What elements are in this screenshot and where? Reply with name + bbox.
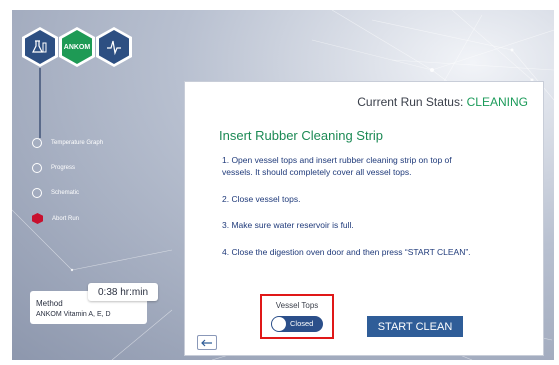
circle-icon (32, 188, 42, 198)
run-status: Current Run Status: CLEANING (357, 95, 528, 109)
beaker-vial-icon[interactable] (22, 27, 58, 67)
vessel-tops-highlight: Vessel Tops Closed (260, 294, 334, 339)
header-icons: ANKOM (22, 22, 132, 72)
sidebar-item-temperature-graph[interactable]: Temperature Graph (32, 138, 103, 148)
nav-connector-line (39, 68, 41, 138)
elapsed-time-display: 0:38 hr:min (88, 283, 158, 301)
sidebar-item-label: Temperature Graph (51, 140, 104, 146)
step-2: 2. Close vessel tops. (222, 194, 301, 204)
method-value: ANKOM Vitamin A, E, D (36, 311, 111, 318)
left-arrow-icon (201, 339, 212, 346)
step-3: 3. Make sure water reservoir is full. (222, 220, 354, 230)
vessel-tops-toggle[interactable]: Closed (271, 316, 323, 332)
vessel-tops-label: Vessel Tops (275, 301, 319, 310)
sidebar-item-progress[interactable]: Progress (32, 163, 75, 173)
sidebar-item-label: Abort Run (52, 215, 80, 222)
sidebar-item-label: Schematic (51, 190, 80, 196)
ankom-logo-icon[interactable]: ANKOM (59, 27, 95, 67)
app-screen: ANKOM Temperature Graph Progress Schemat… (12, 10, 554, 360)
sidebar-item-label: Progress (51, 165, 76, 171)
status-label: Current Run Status: (357, 95, 464, 109)
step-1-line-1: 1. Open vessel tops and insert rubber cl… (222, 155, 452, 165)
red-hexagon-icon (32, 213, 43, 224)
toggle-state-label: Closed (290, 319, 314, 328)
step-1-line-2: vessels. It should completely cover all … (222, 167, 412, 177)
circle-icon (32, 138, 42, 148)
run-status-panel: Current Run Status: CLEANING Insert Rubb… (184, 81, 544, 356)
step-4: 4. Close the digestion oven door and the… (222, 247, 471, 257)
start-clean-button[interactable]: START CLEAN (367, 316, 463, 337)
sidebar-item-abort-run[interactable]: Abort Run (32, 213, 79, 224)
circle-icon (32, 163, 42, 173)
pulse-waveform-icon[interactable] (96, 27, 132, 67)
back-button[interactable] (197, 335, 217, 350)
instruction-title: Insert Rubber Cleaning Strip (219, 128, 384, 143)
sidebar-item-schematic[interactable]: Schematic (32, 188, 79, 198)
toggle-knob (272, 317, 286, 331)
method-label: Method (36, 299, 63, 308)
status-value: CLEANING (466, 95, 528, 109)
